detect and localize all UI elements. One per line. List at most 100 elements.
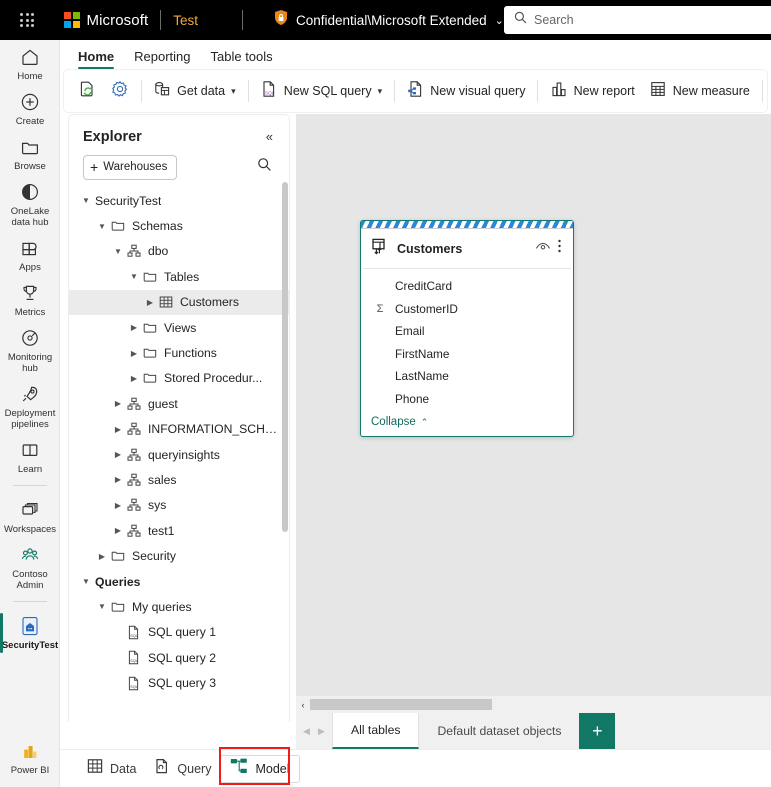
scroll-left-icon[interactable]: ‹ <box>296 700 310 710</box>
sql-file-icon: SQL <box>260 80 278 103</box>
tree-item-views[interactable]: ▶ Views <box>69 315 289 340</box>
chevron-down-icon[interactable]: ▼ <box>79 577 93 586</box>
sidebar-item-apps[interactable]: Apps <box>0 231 59 276</box>
tree-item-schemas[interactable]: ▼ Schemas <box>69 213 289 238</box>
chevron-right-icon[interactable]: ▶ <box>111 425 125 434</box>
tree-item-dbo[interactable]: ▼ dbo <box>69 239 289 264</box>
settings-button[interactable] <box>104 76 136 106</box>
tab-next-icon[interactable]: ▶ <box>314 726 329 737</box>
tree-item-label: Security <box>132 549 177 564</box>
sidebar-item-workspaces[interactable]: Workspaces <box>0 493 59 538</box>
microsoft-logo[interactable]: Microsoft <box>64 12 148 29</box>
chevron-down-icon[interactable]: ▼ <box>127 272 141 281</box>
field-row-customerid[interactable]: Σ CustomerID <box>361 298 573 321</box>
eye-icon[interactable] <box>532 239 554 259</box>
sidebar-item-browse[interactable]: Browse <box>0 130 59 175</box>
get-data-button[interactable]: Get data ▾ <box>146 76 242 106</box>
rocket-icon <box>20 383 40 405</box>
tree-item-stored-procedur[interactable]: ▶ Stored Procedur... <box>69 366 289 391</box>
tree-item-test1[interactable]: ▶ test1 <box>69 518 289 543</box>
sidebar-item-onelake-data-hub[interactable]: OneLake data hub <box>0 175 59 231</box>
tab-all-tables[interactable]: All tables <box>332 713 420 749</box>
canvas-horizontal-scrollbar[interactable]: ‹ <box>296 696 771 713</box>
chevron-right-icon[interactable]: ▶ <box>127 374 141 383</box>
tree-item-sys[interactable]: ▶ sys <box>69 493 289 518</box>
chevron-down-icon[interactable]: ▼ <box>95 222 109 231</box>
field-row-email[interactable]: Email <box>361 320 573 343</box>
svg-text:SQL: SQL <box>130 659 138 663</box>
tree-item-information-sche[interactable]: ▶ INFORMATION_SCHE... <box>69 417 289 442</box>
chevron-right-icon[interactable]: ▶ <box>111 475 125 484</box>
chevron-right-icon[interactable]: ▶ <box>111 450 125 459</box>
collapse-panel-icon[interactable]: « <box>262 127 277 146</box>
sidebar-item-monitoring-hub[interactable]: Monitoring hub <box>0 321 59 377</box>
chevron-right-icon[interactable]: ▶ <box>143 298 157 307</box>
field-row-lastname[interactable]: LastName <box>361 365 573 388</box>
sidebar-item-create[interactable]: Create <box>0 85 59 130</box>
tree-item-sales[interactable]: ▶ sales <box>69 467 289 492</box>
more-vertical-icon[interactable] <box>554 237 565 260</box>
add-tab-button[interactable]: + <box>579 713 616 749</box>
field-name: Email <box>395 324 425 339</box>
mode-button-model[interactable]: Model <box>220 754 300 783</box>
tree-item-queries[interactable]: ▼ Queries <box>69 569 289 594</box>
table-card-customers[interactable]: Customers CreditCard Σ CustomerID Email Firs… <box>360 220 574 437</box>
add-warehouses-button[interactable]: + Warehouses <box>83 154 178 180</box>
tree-item-functions[interactable]: ▶ Functions <box>69 340 289 365</box>
explorer-scrollbar[interactable] <box>282 182 288 532</box>
tab-home[interactable]: Home <box>68 46 124 70</box>
field-row-firstname[interactable]: FirstName <box>361 343 573 366</box>
sidebar-item-contoso-admin[interactable]: Contoso Admin <box>0 538 59 594</box>
new-visual-query-button[interactable]: New visual query <box>399 76 532 106</box>
field-row-phone[interactable]: Phone <box>361 388 573 411</box>
tree-item-label: Customers <box>180 295 239 310</box>
refresh-button[interactable] <box>72 76 104 106</box>
mode-button-data[interactable]: Data <box>78 755 145 783</box>
chevron-down-icon[interactable]: ▼ <box>95 602 109 611</box>
tab-default-dataset-objects[interactable]: Default dataset objects <box>419 713 579 749</box>
tree-item-securitytest[interactable]: ▼ SecurityTest <box>69 188 289 213</box>
sidebar-item-securitytest[interactable]: SecurityTest <box>0 609 59 654</box>
sidebar-item-learn[interactable]: Learn <box>0 433 59 478</box>
chevron-right-icon[interactable]: ▶ <box>111 526 125 535</box>
tree-item-guest[interactable]: ▶ guest <box>69 391 289 416</box>
schema-icon <box>125 498 143 512</box>
search-icon[interactable] <box>254 154 275 180</box>
sensitivity-label-button[interactable]: Confidential\Microsoft Extended ⌄ <box>273 9 504 31</box>
tree-item-my-queries[interactable]: ▼ My queries <box>69 594 289 619</box>
model-canvas[interactable]: Customers CreditCard Σ CustomerID Email Firs… <box>296 114 771 696</box>
tab-table-tools[interactable]: Table tools <box>201 46 283 70</box>
search-input[interactable]: Search <box>504 6 771 34</box>
app-launcher-icon[interactable] <box>12 0 42 40</box>
chevron-right-icon[interactable]: ▶ <box>127 323 141 332</box>
tree-item-queryinsights[interactable]: ▶ queryinsights <box>69 442 289 467</box>
tree-item-security[interactable]: ▶ Security <box>69 543 289 568</box>
chevron-right-icon[interactable]: ▶ <box>127 349 141 358</box>
chevron-down-icon[interactable]: ▼ <box>79 196 93 205</box>
tree-item-sql-query-3[interactable]: ▶ SQL SQL query 3 <box>69 670 289 695</box>
sidebar-item-power-bi[interactable]: Power BI <box>0 734 59 779</box>
table-card-collapse-button[interactable]: Collapse ⌃ <box>361 412 573 436</box>
tab-reporting[interactable]: Reporting <box>124 46 200 70</box>
table-card-drag-handle[interactable] <box>361 221 573 229</box>
field-row-creditcard[interactable]: CreditCard <box>361 275 573 298</box>
chevron-right-icon[interactable]: ▶ <box>95 552 109 561</box>
mode-button-query[interactable]: Query <box>145 755 220 783</box>
chevron-right-icon[interactable]: ▶ <box>111 399 125 408</box>
chevron-right-icon[interactable]: ▶ <box>111 501 125 510</box>
tree-item-customers[interactable]: ▶ Customers <box>69 289 289 315</box>
tree-item-sql-query-2[interactable]: ▶ SQL SQL query 2 <box>69 645 289 670</box>
sidebar-item-home[interactable]: Home <box>0 40 59 85</box>
new-measure-button[interactable]: New measure <box>642 76 757 106</box>
sidebar-item-deployment-pipelines[interactable]: Deployment pipelines <box>0 377 59 433</box>
get-data-icon <box>153 80 171 103</box>
tree-item-tables[interactable]: ▼ Tables <box>69 264 289 289</box>
scrollbar-track[interactable] <box>310 699 771 710</box>
sidebar-item-metrics[interactable]: Metrics <box>0 276 59 321</box>
tree-item-sql-query-1[interactable]: ▶ SQL SQL query 1 <box>69 620 289 645</box>
new-report-button[interactable]: New report <box>543 76 642 106</box>
scrollbar-thumb[interactable] <box>310 699 492 710</box>
chevron-down-icon[interactable]: ▼ <box>111 247 125 256</box>
tab-prev-icon[interactable]: ◀ <box>299 726 314 737</box>
new-sql-query-button[interactable]: SQL New SQL query ▾ <box>253 76 389 106</box>
